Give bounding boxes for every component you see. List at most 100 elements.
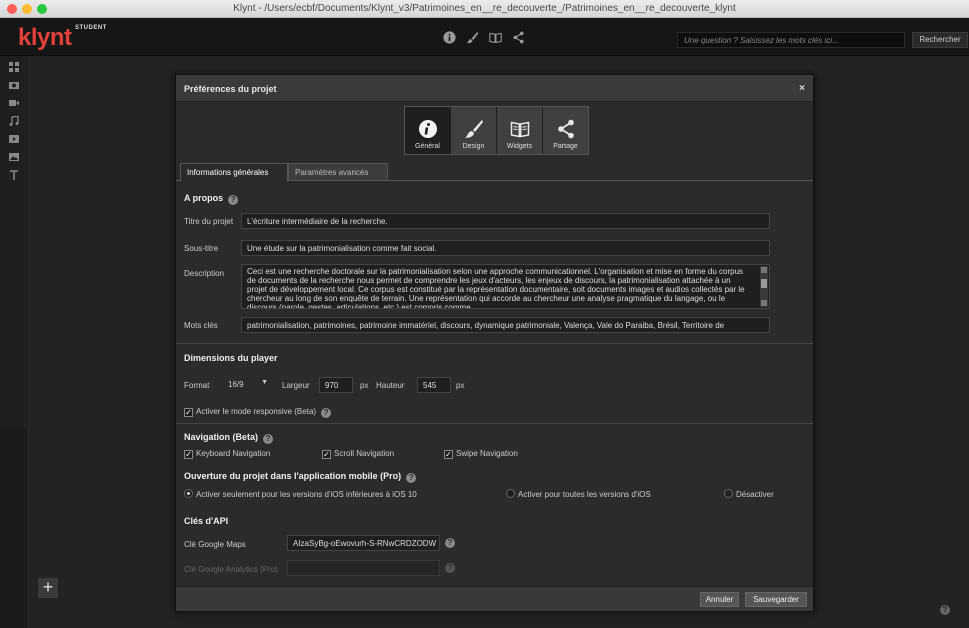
help-icon[interactable]: ? bbox=[406, 473, 417, 483]
mobile-section-title: Ouverture du projet dans l'application m… bbox=[184, 471, 417, 483]
grid-icon[interactable] bbox=[9, 62, 19, 72]
tab-general[interactable]: Général bbox=[405, 107, 450, 154]
help-icon[interactable]: ? bbox=[445, 538, 455, 548]
scroll-up-icon[interactable] bbox=[761, 267, 767, 273]
camera-icon[interactable] bbox=[9, 80, 19, 90]
analytics-key-label: Clé Google Analytics (Pro) bbox=[184, 565, 278, 574]
category-tabs: Général Design Widgets Partage bbox=[404, 106, 589, 155]
keyboard-nav-option[interactable]: ✓ Keyboard Navigation bbox=[184, 449, 270, 459]
dialog-footer: Annuler Sauvegarder bbox=[176, 586, 813, 611]
mobile-all-radio[interactable] bbox=[506, 489, 515, 498]
width-input[interactable]: 970 bbox=[319, 377, 353, 393]
about-section-title: A propos? bbox=[184, 193, 239, 205]
api-section-title: Clés d'API bbox=[184, 516, 229, 526]
scroll-nav-option[interactable]: ✓ Scroll Navigation bbox=[322, 449, 394, 459]
divider bbox=[176, 343, 813, 344]
help-icon[interactable]: ? bbox=[228, 195, 239, 205]
description-text: Ceci est une recherche doctorale sur la … bbox=[247, 267, 745, 309]
dialog-title: Préférences du projet bbox=[184, 84, 277, 94]
project-preferences-dialog: Préférences du projet × Général Design W… bbox=[175, 74, 814, 612]
share-icon bbox=[557, 119, 574, 139]
swipe-nav-label: Swipe Navigation bbox=[456, 449, 518, 458]
play-icon[interactable] bbox=[9, 134, 19, 144]
responsive-label: Activer le mode responsive (Beta) bbox=[196, 407, 317, 416]
tab-parametres-avances[interactable]: Paramètres avancés bbox=[288, 163, 388, 181]
help-icon[interactable]: ? bbox=[321, 408, 332, 418]
mobile-off-option[interactable]: Désactiver bbox=[724, 489, 774, 499]
book-icon[interactable] bbox=[487, 29, 503, 45]
keyboard-nav-checkbox[interactable]: ✓ bbox=[184, 450, 193, 459]
video-icon[interactable] bbox=[9, 98, 19, 108]
responsive-checkbox[interactable]: ✓ bbox=[184, 408, 193, 417]
mobile-ios10-option[interactable]: Activer seulement pour les versions d'iO… bbox=[184, 489, 417, 499]
search-button[interactable]: Rechercher bbox=[912, 32, 968, 48]
tab-design[interactable]: Design bbox=[451, 107, 496, 154]
tab-informations-generales[interactable]: Informations générales bbox=[180, 163, 288, 182]
format-select[interactable]: 16/9 ▼ bbox=[222, 377, 274, 393]
description-label: Description bbox=[184, 269, 225, 278]
height-input[interactable]: 545 bbox=[417, 377, 451, 393]
subtitle-input[interactable]: Une étude sur la patrimonialisation comm… bbox=[241, 240, 770, 256]
window-title: Klynt - /Users/ecbf/Documents/Klynt_v3/P… bbox=[233, 3, 736, 14]
swipe-nav-option[interactable]: ✓ Swipe Navigation bbox=[444, 449, 518, 459]
topbar-icons bbox=[441, 29, 526, 45]
window-titlebar: Klynt - /Users/ecbf/Documents/Klynt_v3/P… bbox=[0, 0, 969, 18]
description-textarea[interactable]: Ceci est une recherche doctorale sur la … bbox=[241, 264, 770, 309]
responsive-option[interactable]: ✓ Activer le mode responsive (Beta)? bbox=[184, 407, 332, 418]
mobile-all-label: Activer pour toutes les versions d'iOS bbox=[518, 490, 651, 499]
sub-tabs: Informations générales Paramètres avancé… bbox=[176, 163, 813, 182]
app-window: klynt STUDENT Rechercher + ? bbox=[0, 18, 969, 628]
book-icon bbox=[510, 121, 529, 138]
share-icon[interactable] bbox=[510, 29, 526, 45]
about-title-text: A propos bbox=[184, 193, 224, 203]
scroll-nav-checkbox[interactable]: ✓ bbox=[322, 450, 331, 459]
cancel-button[interactable]: Annuler bbox=[700, 592, 739, 607]
info-icon bbox=[418, 120, 437, 138]
divider bbox=[176, 423, 813, 424]
mobile-off-radio[interactable] bbox=[724, 489, 733, 498]
project-title-input[interactable]: L'écriture intermédiaire de la recherche… bbox=[241, 213, 770, 229]
tab-widgets-label: Widgets bbox=[506, 143, 533, 150]
mobile-all-option[interactable]: Activer pour toutes les versions d'iOS bbox=[506, 489, 651, 499]
keywords-input[interactable]: patrimonialisation, patrimoines, patrimo… bbox=[241, 317, 770, 333]
chevron-down-icon: ▼ bbox=[261, 379, 268, 386]
tab-general-label: Général bbox=[415, 143, 440, 150]
tab-widgets[interactable]: Widgets bbox=[497, 107, 542, 154]
navigation-title-text: Navigation (Beta) bbox=[184, 432, 259, 442]
close-icon[interactable]: × bbox=[799, 83, 805, 94]
scroll-thumb[interactable] bbox=[761, 279, 767, 288]
tab-partage-label: Partage bbox=[553, 143, 578, 150]
image-icon[interactable] bbox=[9, 152, 19, 162]
player-section-title: Dimensions du player bbox=[184, 353, 278, 363]
tab-partage[interactable]: Partage bbox=[543, 107, 588, 154]
add-button[interactable]: + bbox=[38, 578, 58, 598]
project-title-label: Titre du projet bbox=[184, 217, 234, 226]
help-icon[interactable]: ? bbox=[263, 434, 274, 444]
brush-icon bbox=[464, 120, 483, 138]
search-input[interactable] bbox=[677, 32, 905, 48]
app-topbar: klynt STUDENT Rechercher bbox=[0, 18, 969, 56]
mobile-off-label: Désactiver bbox=[736, 490, 774, 499]
brush-icon[interactable] bbox=[464, 29, 480, 45]
tab-design-label: Design bbox=[462, 143, 485, 150]
mobile-ios10-radio[interactable] bbox=[184, 489, 193, 498]
maps-key-input[interactable]: AIzaSyBg-oEwovurh-S-RNwCRDZODW bbox=[287, 535, 440, 551]
maps-key-label: Clé Google Maps bbox=[184, 540, 246, 549]
keyboard-nav-label: Keyboard Navigation bbox=[196, 449, 271, 458]
description-scrollbar[interactable] bbox=[760, 266, 768, 307]
save-button[interactable]: Sauvegarder bbox=[745, 592, 807, 607]
swipe-nav-checkbox[interactable]: ✓ bbox=[444, 450, 453, 459]
height-unit: px bbox=[456, 381, 465, 390]
info-icon[interactable] bbox=[441, 29, 457, 45]
height-label: Hauteur bbox=[376, 381, 405, 390]
help-button[interactable]: ? bbox=[940, 605, 950, 615]
subtitle-label: Sous-titre bbox=[184, 244, 219, 253]
dialog-header: Préférences du projet × bbox=[176, 75, 813, 102]
mobile-title-text: Ouverture du projet dans l'application m… bbox=[184, 471, 402, 481]
scroll-nav-label: Scroll Navigation bbox=[334, 449, 395, 458]
text-icon[interactable] bbox=[9, 170, 19, 180]
mobile-ios10-label: Activer seulement pour les versions d'iO… bbox=[196, 490, 417, 499]
scroll-down-icon[interactable] bbox=[761, 300, 767, 306]
music-icon[interactable] bbox=[9, 116, 19, 126]
format-label: Format bbox=[184, 381, 210, 390]
